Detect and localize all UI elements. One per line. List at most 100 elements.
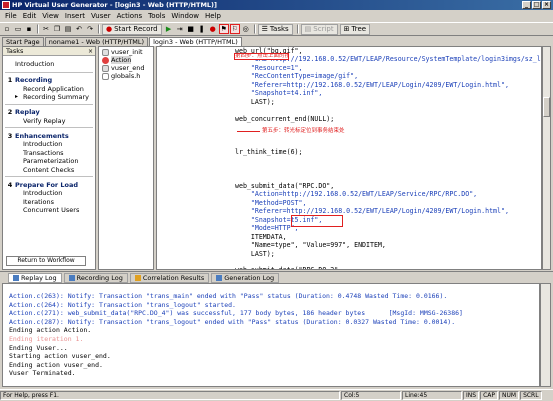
replay-log-text[interactable]: Action.c(263): Notify: Transaction "tran… [9, 292, 463, 378]
cut-icon[interactable]: ✂ [41, 24, 51, 34]
code-line[interactable]: "Method=POST", [235, 199, 541, 207]
start-transaction-icon[interactable]: ⚑ [218, 24, 229, 34]
tree-view-button[interactable]: ⊞ Tree [339, 23, 371, 35]
code-line[interactable]: "Mode=HTTP", [235, 224, 541, 232]
copy-icon[interactable]: ❐ [52, 24, 62, 34]
task-parameterization[interactable]: Parameterization [3, 157, 95, 166]
play-icon[interactable]: ▶ [164, 24, 174, 34]
close-button[interactable]: × [542, 1, 551, 9]
code-line[interactable]: "Snapshot=t4.inf", [235, 89, 541, 97]
menu-file[interactable]: File [2, 12, 20, 20]
file-icon [102, 64, 109, 72]
log-vertical-scrollbar[interactable] [540, 283, 551, 387]
paste-icon[interactable]: ▤ [63, 24, 73, 34]
script-view-button[interactable]: ▤ Script [300, 23, 338, 35]
script-code[interactable]: web_url("bg.gif", "URL=http://192.168.0.… [235, 47, 541, 269]
start-record-button[interactable]: ● Start Record [102, 23, 162, 35]
tab-label: Correlation Results [142, 273, 205, 282]
tab-correlation-results[interactable]: Correlation Results [129, 272, 210, 283]
tab-recording-log[interactable]: Recording Log [63, 272, 128, 283]
task-content-checks[interactable]: Content Checks [3, 166, 95, 175]
menu-view[interactable]: View [39, 12, 62, 20]
code-line[interactable] [235, 174, 541, 182]
code-line[interactable]: ITEMDATA, [235, 233, 541, 241]
menu-edit[interactable]: Edit [20, 12, 40, 20]
code-line[interactable]: "Name=type", "Value=997", ENDITEM, [235, 241, 541, 249]
save-icon[interactable]: ▪ [24, 24, 34, 34]
status-col: Col:5 [341, 391, 401, 400]
editor-vertical-scrollbar[interactable] [542, 46, 551, 270]
code-line[interactable] [235, 106, 541, 114]
task-divider [5, 127, 93, 128]
step-icon[interactable]: ⇥ [175, 24, 185, 34]
tab-login3[interactable]: login3 - Web (HTTP/HTML) [149, 37, 242, 46]
redo-icon[interactable]: ↷ [85, 24, 95, 34]
return-to-workflow-button[interactable]: Return to Workflow [6, 256, 86, 266]
code-line[interactable]: web_submit_data("RPC.DO_2", [235, 266, 541, 269]
code-line[interactable]: "Action=http://192.168.0.52/EWT/LEAP/Ser… [235, 190, 541, 198]
code-line[interactable] [235, 140, 541, 148]
task-iterations[interactable]: Iterations [3, 198, 95, 207]
code-line[interactable]: lr_think_time(6); [235, 148, 541, 156]
tab-start-page[interactable]: Start Page [2, 37, 44, 46]
code-line[interactable]: "RecContentType=image/gif", [235, 72, 541, 80]
new-icon[interactable]: ▫ [2, 24, 12, 34]
end-transaction-icon[interactable]: ⚐ [229, 24, 240, 34]
code-line[interactable]: "Referer=http://192.168.0.52/EWT/LEAP/Lo… [235, 81, 541, 89]
close-icon[interactable]: × [88, 47, 93, 56]
tree-item-vuser-end[interactable]: vuser_end [99, 64, 153, 72]
menu-vuser[interactable]: Vuser [88, 12, 114, 20]
task-introduction[interactable]: Introduction [3, 60, 95, 69]
tree-item-label: vuser_end [111, 64, 145, 72]
code-line[interactable]: LAST); [235, 98, 541, 106]
script-tree: vuser_init Action vuser_end globals.h [98, 46, 154, 270]
code-line[interactable] [235, 258, 541, 266]
scrollbar-thumb[interactable] [543, 97, 550, 117]
task-load-introduction[interactable]: Introduction [3, 189, 95, 198]
tasks-button[interactable]: ☰ Tasks [257, 23, 293, 35]
undo-icon[interactable]: ↶ [74, 24, 84, 34]
task-concurrent-users[interactable]: Concurrent Users [3, 206, 95, 215]
breakpoint-icon[interactable]: ● [208, 24, 218, 34]
menu-tools[interactable]: Tools [145, 12, 168, 20]
tab-generation-log[interactable]: Generation Log [211, 272, 280, 283]
minimize-button[interactable]: _ [522, 1, 531, 9]
code-line[interactable]: "Snapshot=t5.inf", [235, 216, 541, 224]
task-verify-replay[interactable]: Verify Replay [3, 117, 95, 126]
task-recording-summary[interactable]: Recording Summary [3, 93, 95, 102]
log-line: Ending iteration 1. [9, 334, 84, 343]
code-line[interactable]: web_submit_data("RPC.DO", [235, 182, 541, 190]
stop-icon[interactable]: ■ [186, 24, 196, 34]
task-divider [5, 103, 93, 105]
tab-noname1[interactable]: noname1 - Web (HTTP/HTML) [44, 37, 149, 46]
task-step-recording[interactable]: 1 Recording [3, 76, 95, 85]
menu-actions[interactable]: Actions [114, 12, 146, 20]
replay-log-pane[interactable]: Action.c(263): Notify: Transaction "tran… [2, 283, 540, 387]
tab-label: Generation Log [224, 273, 275, 282]
code-line[interactable]: "Referer=http://192.168.0.52/EWT/LEAP/Lo… [235, 207, 541, 215]
tree-item-vuser-init[interactable]: vuser_init [99, 48, 153, 56]
task-enh-introduction[interactable]: Introduction [3, 140, 95, 149]
menu-help[interactable]: Help [202, 12, 224, 20]
menu-insert[interactable]: Insert [62, 12, 88, 20]
rendezvous-icon[interactable]: ◎ [241, 24, 251, 34]
script-label: Script [313, 25, 334, 33]
open-icon[interactable]: ▭ [13, 24, 23, 34]
pause-icon[interactable]: ❚ [197, 24, 207, 34]
code-line[interactable]: web_concurrent_end(NULL); [235, 115, 541, 123]
maximize-button[interactable]: □ [532, 1, 541, 9]
code-line[interactable]: LAST); [235, 250, 541, 258]
code-line[interactable]: "Resource=1", [235, 64, 541, 72]
tree-item-action[interactable]: Action [99, 56, 153, 64]
task-step-replay[interactable]: 2 Replay [3, 108, 95, 117]
task-transactions[interactable]: Transactions [3, 149, 95, 158]
code-line[interactable] [235, 165, 541, 173]
script-editor[interactable]: web_url("bg.gif", "URL=http://192.168.0.… [156, 46, 542, 270]
task-record-application[interactable]: Record Application [3, 85, 95, 94]
task-step-prepare-for-load[interactable]: 4 Prepare For Load [3, 180, 95, 189]
task-step-enhancements[interactable]: 3 Enhancements [3, 131, 95, 140]
tab-replay-log[interactable]: Replay Log [8, 272, 62, 283]
menu-window[interactable]: Window [168, 12, 202, 20]
tree-item-globals[interactable]: globals.h [99, 72, 153, 80]
code-line[interactable] [235, 157, 541, 165]
